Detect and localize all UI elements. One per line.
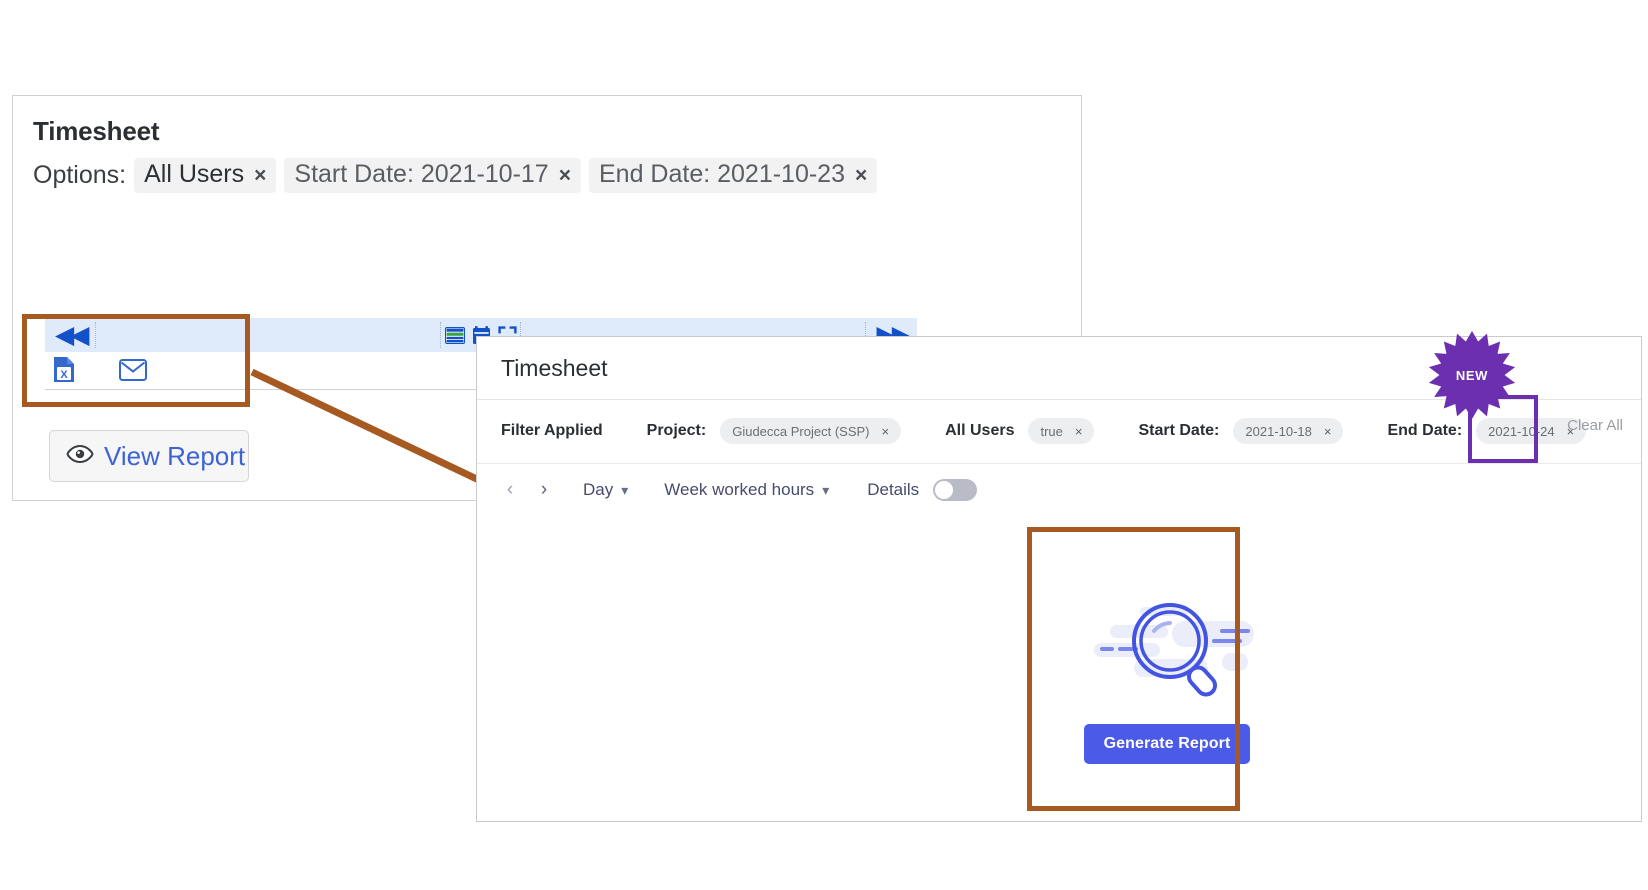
page-title: Timesheet [33, 116, 159, 147]
new-feature-badge-label: NEW [1428, 331, 1516, 419]
view-report-button-label: View Report [104, 441, 245, 472]
metric-select[interactable]: Week worked hours ▾ [664, 480, 829, 500]
filter-chip-all-users[interactable]: All Users × [134, 158, 276, 193]
period-select-value: Day [583, 480, 613, 500]
close-icon[interactable]: × [882, 424, 890, 439]
generate-report-button[interactable]: Generate Report [1084, 724, 1251, 764]
email-export-icon[interactable] [119, 359, 147, 386]
excel-export-icon[interactable]: X [53, 356, 75, 388]
options-label: Options: [33, 161, 126, 190]
close-icon[interactable]: × [1075, 424, 1083, 439]
toolbar-divider [95, 322, 97, 348]
eye-icon [66, 445, 94, 468]
divider [477, 463, 1641, 464]
filter-chip-end-date-label: End Date: 2021-10-23 [599, 160, 845, 189]
chevron-down-icon: ▾ [822, 482, 829, 499]
magnifier-search-illustration [1072, 587, 1262, 702]
close-icon[interactable]: × [855, 165, 867, 186]
project-label: Project: [647, 422, 707, 440]
all-users-filter-value: true [1040, 424, 1062, 439]
chevron-right-icon[interactable]: › [527, 479, 561, 501]
export-actions: X [53, 356, 147, 388]
details-label: Details [867, 480, 919, 500]
toggle-knob [935, 481, 953, 499]
double-left-arrow-icon[interactable]: ◀◀ [45, 323, 95, 348]
chevron-down-icon: ▾ [621, 482, 628, 499]
end-date-filter-value: 2021-10-24 [1488, 424, 1555, 439]
period-select[interactable]: Day ▾ [583, 480, 628, 500]
project-filter-value: Giudecca Project (SSP) [732, 424, 869, 439]
chevron-left-icon[interactable]: ‹ [493, 479, 527, 501]
start-date-filter-pill[interactable]: 2021-10-18 × [1233, 418, 1343, 444]
end-date-label: End Date: [1387, 422, 1462, 440]
project-filter-pill[interactable]: Giudecca Project (SSP) × [720, 418, 901, 444]
start-date-filter-value: 2021-10-18 [1245, 424, 1312, 439]
spreadsheet-icon[interactable] [442, 323, 468, 347]
empty-state: Generate Report [1037, 587, 1297, 764]
clear-all-button[interactable]: Clear All [1567, 417, 1623, 434]
report-controls: ‹ › Day ▾ Week worked hours ▾ Details [493, 473, 977, 507]
new-feature-badge: NEW [1428, 331, 1516, 419]
details-toggle[interactable] [933, 479, 977, 501]
new-panel-title: Timesheet [501, 355, 608, 382]
all-users-label: All Users [945, 422, 1014, 440]
close-icon[interactable]: × [1324, 424, 1332, 439]
filter-chip-start-date-label: Start Date: 2021-10-17 [294, 160, 548, 189]
filter-applied-label: Filter Applied [501, 422, 603, 440]
metric-select-value: Week worked hours [664, 480, 814, 500]
options-row: Options: All Users × Start Date: 2021-10… [33, 158, 877, 193]
filter-chip-all-users-label: All Users [144, 160, 244, 189]
all-users-filter-pill[interactable]: true × [1028, 418, 1094, 444]
close-icon[interactable]: × [559, 165, 571, 186]
filter-chip-end-date[interactable]: End Date: 2021-10-23 × [589, 158, 877, 193]
filter-chip-start-date[interactable]: Start Date: 2021-10-17 × [284, 158, 581, 193]
view-report-button[interactable]: View Report [49, 430, 249, 482]
close-icon[interactable]: × [254, 165, 266, 186]
svg-text:X: X [60, 369, 68, 381]
start-date-label: Start Date: [1138, 422, 1219, 440]
filter-bar: Filter Applied Project: Giudecca Project… [501, 415, 1641, 447]
